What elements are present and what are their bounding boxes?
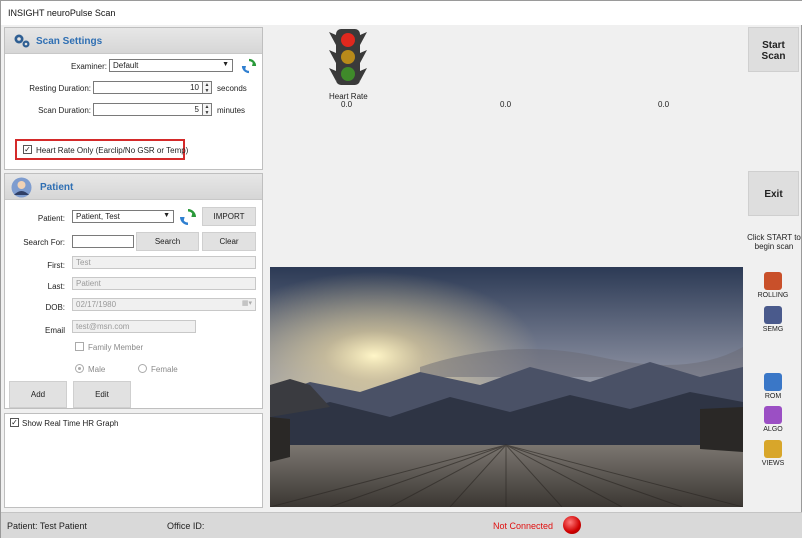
algo-tool[interactable]: ALGO [748,406,798,433]
chevron-down-icon: ▼ [163,212,170,219]
patient-header: Patient [5,174,262,200]
import-button[interactable]: IMPORT [202,207,256,226]
semg-tool[interactable]: SEMG [748,306,798,333]
patient-select[interactable]: Patient, Test ▼ [72,210,174,223]
family-member-label: Family Member [88,343,144,352]
views-tool[interactable]: VIEWS [748,440,798,467]
window-title: INSIGHT neuroPulse Scan [8,8,116,18]
connection-indicator-icon [563,516,581,534]
start-instruction: Click START to begin scan [747,233,801,251]
male-label: Male [88,365,106,374]
examiner-label: Examiner: [70,62,107,71]
readout-value-1: 0.0 [341,100,353,109]
scan-duration-stepper[interactable]: ▲ ▼ [203,103,212,116]
edit-button[interactable]: Edit [73,381,131,408]
hr-graph-panel: ✓ Show Real Time HR Graph [4,413,263,508]
readout-value-3: 0.0 [658,100,670,109]
scan-settings-panel: Scan Settings Examiner: Default ▼ Restin… [4,27,263,170]
female-radio[interactable] [138,364,147,373]
resting-duration-input[interactable]: 10 [93,81,203,94]
male-radio[interactable] [75,364,84,373]
hr-only-checkbox[interactable]: ✓ [23,145,32,154]
semg-icon [764,306,782,324]
search-label: Search For: [23,238,65,247]
show-hr-graph-label: Show Real Time HR Graph [22,419,119,428]
refresh-patient-icon[interactable] [179,208,197,226]
app-window: INSIGHT neuroPulse Scan Scan Settings Ex… [0,0,802,538]
rom-icon [764,373,782,391]
title-bar: INSIGHT neuroPulse Scan [1,1,802,25]
calendar-icon: ▦▾ [241,300,252,307]
resting-duration-unit: seconds [217,84,247,93]
patient-label: Patient: [37,214,65,223]
scan-duration-unit: minutes [217,106,246,115]
first-name-label: First: [47,261,65,270]
views-icon [764,440,782,458]
scan-duration-input[interactable]: 5 [93,103,203,116]
status-patient: Patient: Test Patient [7,521,87,531]
status-bar: Patient: Test Patient Office ID: Not Con… [1,512,802,538]
status-office-id: Office ID: [167,521,205,531]
email-field[interactable]: test@msn.com [72,320,196,333]
first-name-field[interactable]: Test [72,256,256,269]
readout-value-2: 0.0 [500,100,512,109]
patient-title: Patient [40,182,74,193]
dob-label: DOB: [45,303,65,312]
email-label: Email [44,326,65,335]
show-hr-graph-checkbox[interactable]: ✓ [10,418,19,427]
landscape-image [270,267,743,507]
exit-button[interactable]: Exit [748,171,799,216]
rolling-tool[interactable]: ROLLING [748,272,798,299]
rom-tool[interactable]: ROM [748,373,798,400]
examiner-select[interactable]: Default ▼ [109,59,233,72]
rolling-icon [764,272,782,290]
patient-panel: Patient Patient: Patient, Test ▼ IMPORT … [4,173,263,409]
last-name-label: Last: [47,282,65,291]
scan-duration-label: Scan Duration: [38,106,91,115]
refresh-examiner-icon[interactable] [241,58,257,74]
scan-settings-header: Scan Settings [5,28,262,54]
dob-field[interactable]: 02/17/1980 ▦▾ [72,298,256,311]
traffic-light-icon [328,27,368,89]
clear-button[interactable]: Clear [202,232,256,251]
resting-duration-stepper[interactable]: ▲ ▼ [203,81,212,94]
resting-duration-label: Resting Duration: [29,84,91,93]
add-button[interactable]: Add [9,381,67,408]
start-scan-button[interactable]: Start Scan [748,27,799,72]
last-name-field[interactable]: Patient [72,277,256,290]
gears-icon [13,33,31,49]
female-label: Female [151,365,178,374]
search-input[interactable] [72,235,134,248]
chevron-down-icon: ▼ [222,61,229,68]
family-member-checkbox[interactable] [75,342,84,351]
patient-avatar [11,177,32,198]
algo-icon [764,406,782,424]
search-button[interactable]: Search [136,232,199,251]
hr-only-label: Heart Rate Only (Earclip/No GSR or Temp) [36,146,189,155]
connection-status: Not Connected [493,521,554,531]
scan-settings-title: Scan Settings [36,36,103,47]
